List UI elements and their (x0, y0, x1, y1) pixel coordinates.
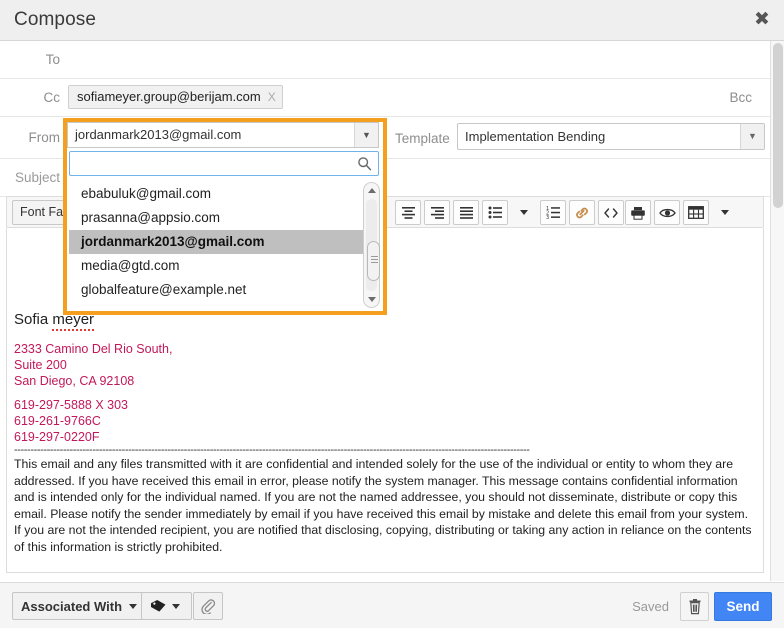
source-code-icon[interactable] (598, 200, 624, 225)
from-dropdown-current-value: jordanmark2013@gmail.com (75, 127, 242, 142)
associated-with-label: Associated With (21, 598, 123, 614)
cc-label: Cc (43, 90, 61, 105)
page-scrollbar-thumb[interactable] (773, 43, 783, 208)
toolbar-table-group (683, 200, 741, 225)
print-icon[interactable] (625, 200, 651, 225)
scrollbar-track[interactable] (366, 199, 380, 291)
attachment-button[interactable] (193, 592, 223, 620)
to-label: To (45, 52, 60, 67)
phone-line-3: 619-297-0220F (14, 430, 100, 444)
toolbar-align-group: 1 2 3 (395, 200, 598, 225)
to-input[interactable] (68, 41, 770, 79)
from-dropdown-options[interactable]: ebabuluk@gmail.com prasanna@appsio.com j… (69, 182, 379, 308)
close-icon[interactable]: ✖ (751, 9, 773, 31)
chevron-down-icon[interactable]: ▼ (354, 123, 378, 147)
cc-recipient-chip[interactable]: sofiameyer.group@berijam.com X (68, 85, 283, 109)
scroll-down-icon[interactable] (364, 292, 379, 307)
bcc-toggle[interactable]: Bcc (729, 90, 752, 105)
phone-line-1: 619-297-5888 X 303 (14, 398, 128, 412)
template-select-value: Implementation Bending (465, 129, 606, 144)
search-icon (357, 156, 372, 176)
list-item[interactable]: media@gtd.com (69, 254, 379, 278)
window-titlebar: Compose ✖ (0, 0, 784, 41)
toolbar-output-group (625, 200, 683, 225)
compose-window: Compose ✖ To Cc sofiameyer.group@berijam… (0, 0, 784, 628)
address-line-2: Suite 200 (14, 358, 67, 372)
template-label: Template (395, 131, 450, 146)
list-item[interactable]: globalfeature@example.net (69, 278, 379, 302)
from-dropdown: jordanmark2013@gmail.com ▼ ebabuluk@gmai… (67, 122, 383, 311)
associated-with-button[interactable]: Associated With (12, 592, 150, 620)
link-icon[interactable] (569, 200, 595, 225)
disclaimer-text: This email and any files transmitted wit… (14, 457, 752, 554)
page-scrollbar[interactable] (770, 41, 784, 581)
bullet-list-options-icon[interactable] (511, 200, 537, 225)
tag-icon (151, 600, 166, 612)
compose-footer: Associated With Saved Send (0, 582, 784, 628)
from-dropdown-header[interactable]: jordanmark2013@gmail.com ▼ (67, 122, 379, 148)
saved-status: Saved (632, 599, 669, 614)
search-input[interactable] (75, 154, 350, 173)
address-line-1: 2333 Camino Del Rio South, (14, 342, 173, 356)
from-label: From (28, 130, 61, 145)
align-center-icon[interactable] (395, 200, 421, 225)
svg-text:3: 3 (546, 215, 549, 219)
numbered-list-icon[interactable]: 1 2 3 (540, 200, 566, 225)
table-icon[interactable] (683, 200, 709, 225)
signature-first-name: Sofia (14, 311, 53, 328)
list-item[interactable]: prasanna@appsio.com (69, 206, 379, 230)
table-options-icon[interactable] (712, 200, 738, 225)
align-justify-icon[interactable] (453, 200, 479, 225)
trash-icon (689, 598, 700, 614)
address-line-3: San Diego, CA 92108 (14, 374, 135, 388)
preview-eye-icon[interactable] (654, 200, 680, 225)
phone-line-2: 619-261-9766C (14, 414, 101, 428)
signature-address: 2333 Camino Del Rio South, Suite 200 San… (14, 341, 172, 389)
paperclip-icon (201, 599, 216, 614)
template-select[interactable]: Implementation Bending ▼ (457, 123, 765, 150)
toolbar-insert-group (569, 200, 627, 225)
tag-button[interactable] (141, 592, 192, 620)
cc-row: Cc sofiameyer.group@berijam.com X Bcc (0, 79, 770, 117)
cc-recipient-email: sofiameyer.group@berijam.com (77, 89, 261, 104)
scrollbar-grip (371, 256, 378, 257)
list-item[interactable]: ebabuluk@gmail.com (69, 182, 379, 206)
discard-button[interactable] (680, 592, 709, 621)
remove-recipient-icon[interactable]: X (268, 90, 276, 104)
chevron-down-icon[interactable]: ▼ (740, 124, 764, 149)
to-row: To (0, 41, 770, 79)
scroll-up-icon[interactable] (364, 183, 379, 198)
signature-divider: ----------------------------------------… (14, 444, 530, 456)
subject-label: Subject (14, 170, 60, 185)
bullet-list-icon[interactable] (482, 200, 508, 225)
cc-input[interactable]: sofiameyer.group@berijam.com X (68, 79, 770, 117)
dropdown-scrollbar[interactable] (363, 182, 380, 308)
list-item[interactable]: jordanmark2013@gmail.com (69, 230, 379, 254)
align-right-icon[interactable] (424, 200, 450, 225)
scrollbar-thumb[interactable] (367, 241, 380, 281)
page-title: Compose (14, 9, 97, 30)
signature-phones: 619-297-5888 X 303 619-261-9766C 619-297… (14, 397, 128, 445)
from-dropdown-search[interactable] (69, 151, 379, 176)
send-button[interactable]: Send (714, 592, 772, 621)
